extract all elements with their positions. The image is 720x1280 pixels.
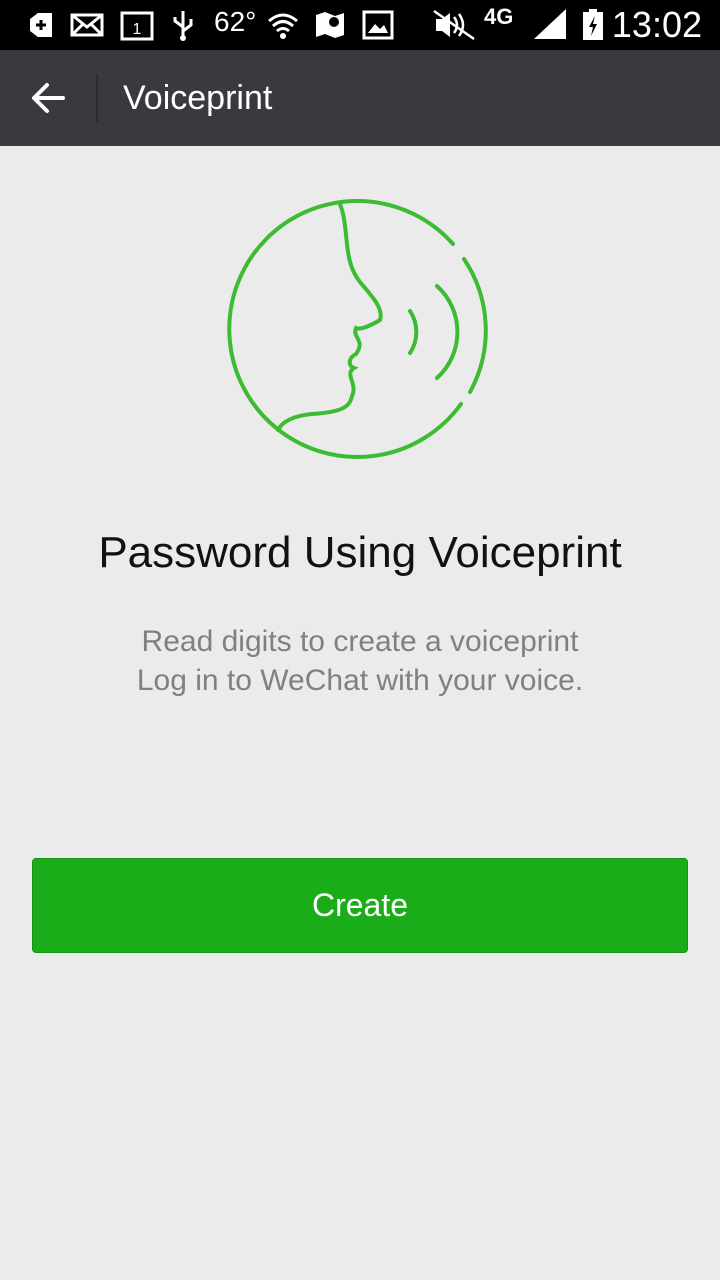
usb-icon [173,11,193,41]
voiceprint-face-icon [227,199,488,459]
back-arrow-icon [32,83,65,113]
app-bar: Voiceprint [0,50,720,146]
plus-icon [30,13,52,37]
description: Read digits to create a voiceprint Log i… [0,622,720,700]
description-line-1: Read digits to create a voiceprint [141,625,579,658]
description-line-2: Log in to WeChat with your voice. [136,664,584,697]
wifi-icon [268,13,298,39]
svg-text:1: 1 [133,21,142,38]
calendar-icon: 1 [120,11,154,41]
mail-icon [70,13,104,37]
gallery-icon [362,10,394,40]
status-bar: 1 62° 4G 13:02 [0,0,720,50]
network-type-text: 4G [484,4,514,29]
page-title: Voiceprint [123,79,273,117]
app-bar-divider [96,74,98,122]
temperature-text: 62° [214,6,257,37]
signal-icon [534,9,566,39]
maps-icon [316,12,344,38]
mute-icon [433,9,475,41]
back-button[interactable] [16,66,80,130]
clock: 13:02 [611,4,702,45]
battery-icon [583,9,603,40]
create-button[interactable]: Create [32,858,688,953]
headline: Password Using Voiceprint [98,528,622,577]
